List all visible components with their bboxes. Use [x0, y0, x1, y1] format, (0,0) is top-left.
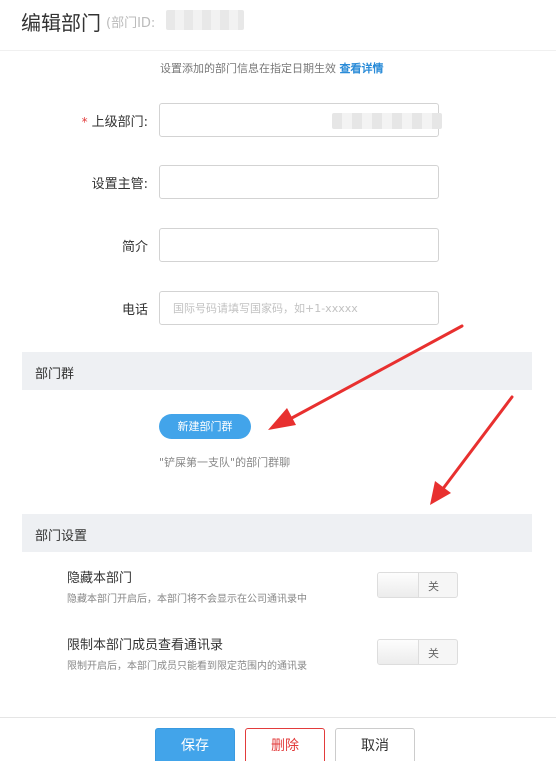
phone-input[interactable] [159, 291, 439, 325]
parent-department-label: * 上级部门: [81, 115, 148, 130]
manager-row: 设置主管: [0, 165, 556, 199]
department-settings-section-header: 部门设置 [22, 514, 532, 552]
save-button[interactable]: 保存 [155, 728, 235, 761]
effective-date-notice: 设置添加的部门信息在指定日期生效 查看详情 [160, 60, 384, 76]
view-details-link[interactable]: 查看详情 [340, 62, 384, 75]
notice-text: 设置添加的部门信息在指定日期生效 [160, 62, 336, 75]
delete-button[interactable]: 删除 [245, 728, 325, 761]
hide-department-toggle[interactable]: 关 [377, 572, 458, 598]
page-title: 编辑部门 [21, 11, 101, 35]
toggle-knob [378, 640, 419, 664]
page-header: 编辑部门 (部门ID: [0, 0, 556, 44]
hide-department-title: 隐藏本部门 [67, 571, 133, 586]
footer-divider [0, 717, 556, 718]
department-settings-section-title: 部门设置 [35, 529, 88, 544]
hide-department-description: 隐藏本部门开启后，本部门将不会显示在公司通讯录中 [67, 594, 307, 605]
new-department-group-button[interactable]: 新建部门群 [159, 414, 251, 439]
parent-department-value-redacted [332, 113, 442, 129]
phone-row: 电话 [0, 291, 556, 325]
header-divider [0, 50, 556, 51]
department-group-section-title: 部门群 [35, 367, 75, 382]
department-group-section-header: 部门群 [22, 352, 532, 390]
department-id-value-redacted [166, 10, 244, 30]
intro-label: 简介 [121, 240, 148, 255]
department-id-label: (部门ID: [106, 16, 156, 31]
phone-label: 电话 [121, 303, 148, 318]
intro-row: 简介 [0, 228, 556, 262]
toggle-state-text: 关 [428, 580, 439, 593]
cancel-button[interactable]: 取消 [335, 728, 415, 761]
parent-department-row: * 上级部门: [0, 103, 556, 137]
manager-input[interactable] [159, 165, 439, 199]
toggle-knob [378, 573, 419, 597]
restrict-directory-description: 限制开启后，本部门成员只能看到限定范围内的通讯录 [67, 661, 307, 672]
department-group-description: "铲屎第一支队"的部门群聊 [159, 456, 291, 469]
toggle-state-text: 关 [428, 647, 439, 660]
required-mark: * [81, 115, 88, 129]
restrict-directory-toggle[interactable]: 关 [377, 639, 458, 665]
restrict-directory-title: 限制本部门成员查看通讯录 [67, 638, 224, 653]
parent-department-input[interactable] [159, 103, 442, 137]
annotation-arrow-to-settings [430, 395, 514, 505]
manager-label: 设置主管: [91, 177, 148, 192]
intro-input[interactable] [159, 228, 439, 262]
